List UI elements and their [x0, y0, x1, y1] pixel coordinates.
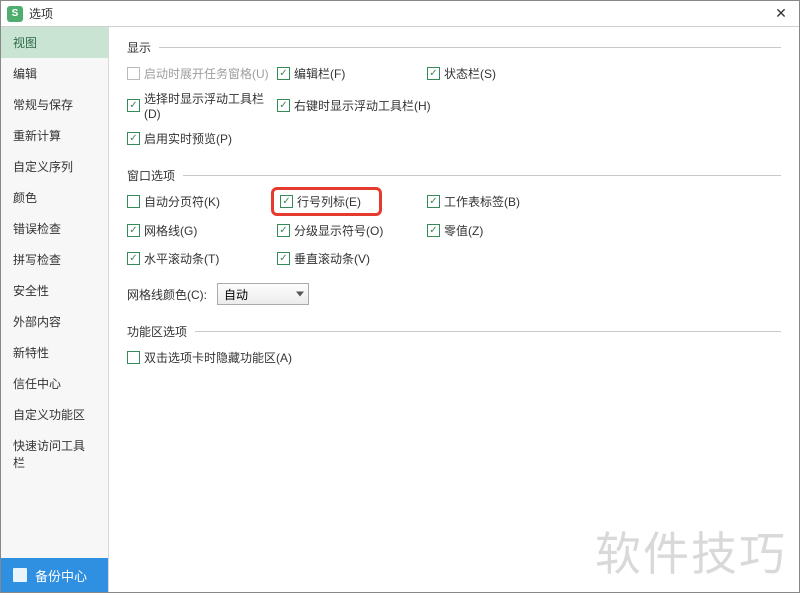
checkbox-float-rclick[interactable]: ✓: [277, 99, 290, 112]
titlebar: S 选项 ✕: [1, 1, 799, 27]
backup-icon: [13, 568, 27, 582]
sidebar: 视图编辑常规与保存重新计算自定义序列颜色错误检查拼写检查安全性外部内容新特性信任…: [1, 27, 109, 592]
label-status-bar: 状态栏(S): [444, 65, 496, 82]
sidebar-item-7[interactable]: 拼写检查: [1, 244, 108, 275]
sidebar-item-8[interactable]: 安全性: [1, 275, 108, 306]
combo-grid-color[interactable]: 自动: [217, 283, 309, 305]
checkbox-hscroll[interactable]: ✓: [127, 252, 140, 265]
label-hscroll: 水平滚动条(T): [144, 250, 219, 267]
legend-winopts: 窗口选项: [127, 167, 175, 184]
checkbox-outline[interactable]: ✓: [277, 224, 290, 237]
sidebar-item-9[interactable]: 外部内容: [1, 306, 108, 337]
fieldset-display: 显示 ✓ 启动时展开任务窗格(U) ✓ 编辑栏(F) ✓ 状态栏(S): [127, 39, 781, 149]
highlight-row-col-headers: ✓ 行号列标(E): [271, 187, 382, 216]
sidebar-item-6[interactable]: 错误检查: [1, 213, 108, 244]
sidebar-item-5[interactable]: 颜色: [1, 182, 108, 213]
sidebar-item-10[interactable]: 新特性: [1, 337, 108, 368]
divider: [195, 331, 781, 332]
label-gridlines: 网格线(G): [144, 222, 197, 239]
legend-display: 显示: [127, 39, 151, 56]
checkbox-float-select[interactable]: ✓: [127, 99, 140, 112]
content-panel: 显示 ✓ 启动时展开任务窗格(U) ✓ 编辑栏(F) ✓ 状态栏(S): [109, 27, 799, 592]
checkbox-row-col-headers[interactable]: ✓: [280, 195, 293, 208]
sidebar-item-3[interactable]: 重新计算: [1, 120, 108, 151]
label-float-select: 选择时显示浮动工具栏(D): [144, 90, 277, 121]
combo-grid-color-value: 自动: [224, 286, 248, 303]
label-grid-color: 网格线颜色(C):: [127, 286, 207, 303]
checkbox-page-break[interactable]: ✓: [127, 195, 140, 208]
label-formula-bar: 编辑栏(F): [294, 65, 345, 82]
checkbox-gridlines[interactable]: ✓: [127, 224, 140, 237]
sidebar-item-2[interactable]: 常规与保存: [1, 89, 108, 120]
checkbox-hide-ribbon[interactable]: ✓: [127, 351, 140, 364]
options-dialog: S 选项 ✕ 视图编辑常规与保存重新计算自定义序列颜色错误检查拼写检查安全性外部…: [0, 0, 800, 593]
sidebar-item-13[interactable]: 快速访问工具栏: [1, 430, 108, 478]
sidebar-item-4[interactable]: 自定义序列: [1, 151, 108, 182]
label-vscroll: 垂直滚动条(V): [294, 250, 370, 267]
label-row-col-headers: 行号列标(E): [297, 193, 361, 210]
divider: [159, 47, 781, 48]
checkbox-formula-bar[interactable]: ✓: [277, 67, 290, 80]
fieldset-window-options: 窗口选项 ✓ 自动分页符(K) ✓ 行号列标(E): [127, 167, 781, 305]
backup-center-button[interactable]: 备份中心: [1, 558, 108, 592]
backup-label: 备份中心: [35, 566, 87, 585]
sidebar-item-11[interactable]: 信任中心: [1, 368, 108, 399]
sidebar-item-12[interactable]: 自定义功能区: [1, 399, 108, 430]
label-hide-ribbon: 双击选项卡时隐藏功能区(A): [144, 349, 292, 366]
checkbox-zero[interactable]: ✓: [427, 224, 440, 237]
chevron-down-icon: [296, 292, 304, 297]
label-float-rclick: 右键时显示浮动工具栏(H): [294, 97, 431, 114]
window-title: 选项: [29, 5, 769, 22]
label-page-break: 自动分页符(K): [144, 193, 220, 210]
close-button[interactable]: ✕: [769, 2, 793, 26]
checkbox-task-pane: ✓: [127, 67, 140, 80]
sidebar-item-0[interactable]: 视图: [1, 27, 108, 58]
checkbox-live-preview[interactable]: ✓: [127, 132, 140, 145]
divider: [183, 175, 781, 176]
label-outline: 分级显示符号(O): [294, 222, 383, 239]
label-task-pane: 启动时展开任务窗格(U): [144, 65, 269, 82]
label-sheet-tabs: 工作表标签(B): [444, 193, 520, 210]
label-zero: 零值(Z): [444, 222, 483, 239]
checkbox-status-bar[interactable]: ✓: [427, 67, 440, 80]
dialog-body: 视图编辑常规与保存重新计算自定义序列颜色错误检查拼写检查安全性外部内容新特性信任…: [1, 27, 799, 592]
fieldset-ribbon: 功能区选项 ✓ 双击选项卡时隐藏功能区(A): [127, 323, 781, 368]
checkbox-sheet-tabs[interactable]: ✓: [427, 195, 440, 208]
legend-ribbon: 功能区选项: [127, 323, 187, 340]
app-icon: S: [7, 6, 23, 22]
label-live-preview: 启用实时预览(P): [144, 130, 232, 147]
sidebar-item-1[interactable]: 编辑: [1, 58, 108, 89]
checkbox-vscroll[interactable]: ✓: [277, 252, 290, 265]
